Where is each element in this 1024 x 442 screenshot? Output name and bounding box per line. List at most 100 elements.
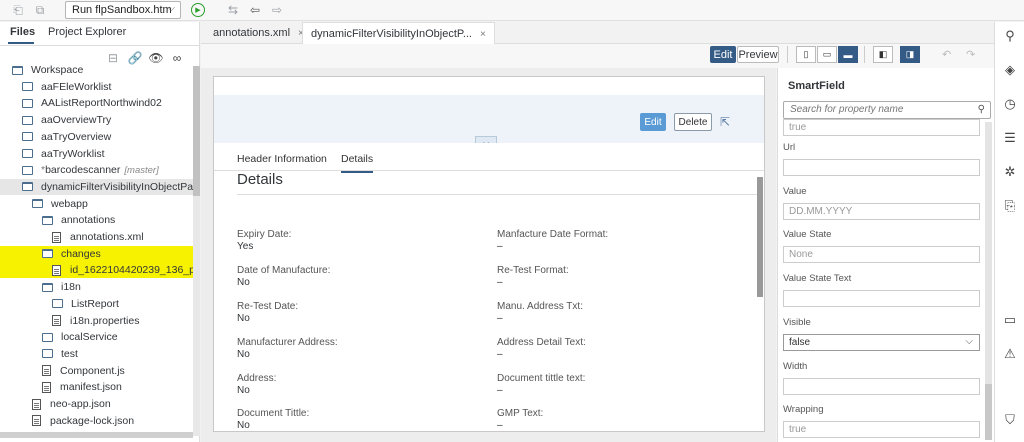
tree-item-label: id_1622104420239_136_propertyChange — [70, 264, 193, 277]
tree-item[interactable]: package-lock.json — [0, 413, 193, 429]
property-search-input[interactable]: Search for property name ⚲ — [783, 101, 991, 119]
tree-item[interactable]: id_1622104420239_136_propertyChange — [0, 262, 193, 279]
close-icon[interactable]: × — [480, 29, 486, 40]
undo-list-icon[interactable]: ⇆ — [225, 2, 241, 18]
prop-input[interactable] — [783, 377, 980, 395]
debug-icon[interactable]: ✲ — [995, 164, 1024, 180]
tree-scrollbar[interactable] — [193, 66, 200, 436]
share-icon[interactable]: ⇱ — [720, 115, 730, 129]
tree-item[interactable]: localService — [0, 329, 193, 345]
file-icon — [52, 315, 61, 326]
outline-icon[interactable]: ☰ — [995, 130, 1024, 146]
field-value: No — [237, 420, 250, 431]
console-icon[interactable]: ▭ — [995, 312, 1024, 328]
warning-icon[interactable]: ⚠ — [995, 346, 1024, 362]
run-config-select[interactable]: Run flpSandbox.htm ⌵ — [65, 1, 181, 19]
clipboard-check-icon[interactable]: ⎘ — [995, 198, 1024, 214]
prop-select[interactable]: false ⌵ — [783, 333, 980, 351]
tree-item[interactable]: neo-app.json — [0, 396, 193, 412]
folder-icon — [22, 98, 33, 108]
tree-item[interactable]: aaTryOverview — [0, 129, 193, 145]
tree-item[interactable]: i18n.properties — [0, 313, 193, 329]
new-file-icon[interactable]: ⎗ — [10, 2, 26, 18]
field-value: – — [497, 420, 503, 431]
field-label: Document tittle text: — [497, 373, 586, 384]
prop-label: Value State — [783, 229, 832, 241]
tab-files[interactable]: Files — [10, 26, 35, 38]
op-edit-button[interactable]: Edit — [640, 113, 666, 131]
tree-item[interactable]: Component.js — [0, 363, 193, 379]
scrollbar-thumb[interactable] — [985, 384, 992, 440]
tablet-icon[interactable]: ▭ — [817, 46, 837, 63]
copy-icon[interactable]: ⧉ — [32, 2, 48, 18]
tab-object-page[interactable]: dynamicFilterVisibilityInObjectP... × — [302, 22, 495, 44]
phone-icon[interactable]: ▯ — [796, 46, 816, 63]
tree-item[interactable]: i18n — [0, 279, 193, 295]
folder-open-icon — [22, 182, 33, 192]
tree-item[interactable]: annotations.xml — [0, 229, 193, 245]
tree-horizontal-scrollbar[interactable] — [0, 432, 193, 438]
tree-item[interactable]: dynamicFilterVisibilityInObjectPage — [0, 178, 193, 195]
edit-mode-button[interactable]: Edit — [710, 46, 736, 63]
preview-scrollbar[interactable] — [757, 177, 763, 297]
tree-item[interactable]: ListReport — [0, 296, 193, 312]
undo-icon[interactable]: ↶ — [942, 48, 951, 61]
prop-input[interactable]: None — [783, 246, 980, 264]
tree-item[interactable]: aaFEleWorklist — [0, 79, 193, 95]
prop-input[interactable] — [783, 159, 980, 176]
preview-mode-button[interactable]: Preview — [737, 46, 779, 63]
tree-item-label: webapp — [51, 197, 88, 210]
prop-input[interactable]: DD.MM.YYYY — [783, 202, 980, 220]
tree-item[interactable]: test — [0, 346, 193, 362]
field-value: – — [497, 241, 503, 252]
tree-item-label: aaTryOverview — [41, 130, 112, 143]
folder-icon — [42, 349, 53, 359]
redo-icon[interactable]: ↷ — [966, 48, 975, 61]
field-label: Re-Test Format: — [497, 265, 569, 276]
tree-item-label: Workspace — [31, 64, 84, 76]
op-delete-button[interactable]: Delete — [674, 113, 712, 131]
prop-input[interactable]: true — [783, 421, 980, 439]
shield-icon[interactable]: ⛉ — [995, 412, 1024, 428]
field-label: Document Tittle: — [237, 408, 310, 419]
tree-item[interactable]: annotations — [0, 212, 193, 228]
top-toolbar: ⎗ ⧉ Run flpSandbox.htm ⌵ ▶ ⇆ ⇦ ⇨ — [0, 0, 1024, 21]
tree-item[interactable]: aaTryWorklist — [0, 146, 193, 162]
tree-item[interactable]: changes — [0, 245, 193, 262]
tab-details[interactable]: Details — [341, 153, 374, 173]
scrollbar-thumb[interactable] — [193, 66, 200, 196]
tree-item[interactable]: AAListReportNorthwind02 — [0, 95, 193, 111]
back-icon[interactable]: ⇦ — [247, 2, 263, 18]
prop-input[interactable] — [783, 290, 980, 308]
outline-panel-icon[interactable]: ◧ — [873, 46, 893, 63]
folder-icon — [22, 82, 33, 92]
tree-item[interactable]: webapp — [0, 196, 193, 212]
tree-item-label: manifest.json — [60, 381, 122, 394]
properties-panel-icon[interactable]: ◨ — [900, 46, 920, 63]
tab-header-information[interactable]: Header Information — [237, 153, 327, 165]
prop-top-input[interactable]: true — [783, 119, 980, 136]
history-icon[interactable]: ◷ — [995, 96, 1024, 112]
search-icon[interactable]: ⚲ — [995, 28, 1024, 44]
tree-item[interactable]: aaOverviewTry — [0, 112, 193, 128]
tab-project-explorer[interactable]: Project Explorer — [48, 26, 126, 38]
properties-scrollbar[interactable] — [985, 122, 992, 440]
chevron-down-icon: ⌵ — [167, 3, 175, 14]
tree-item-label: barcodescanner — [45, 164, 121, 177]
prop-value: true — [789, 424, 807, 436]
right-sidebar: ⚲ ◈ ◷ ☰ ✲ ⎘ ▭ ⚠ ⛉ — [994, 22, 1024, 442]
tab-annotations-xml[interactable]: annotations.xml × — [205, 22, 312, 44]
run-icon[interactable]: ▶ — [191, 3, 205, 17]
tree-item[interactable]: * barcodescanner [master] — [0, 162, 193, 178]
prop-value: true — [789, 122, 807, 133]
field-label: GMP Text: — [497, 408, 544, 419]
properties-panel: SmartField Search for property name ⚲ tr… — [777, 68, 994, 442]
tree-item-label: test — [61, 347, 78, 360]
desktop-icon[interactable]: ▬ — [838, 46, 858, 63]
git-icon[interactable]: ◈ — [995, 62, 1024, 78]
prop-label: Url — [783, 142, 796, 153]
tree-item[interactable]: manifest.json — [0, 379, 193, 395]
forward-icon[interactable]: ⇨ — [269, 2, 285, 18]
field-value: No — [237, 277, 250, 288]
tree-item[interactable]: Workspace — [0, 62, 193, 78]
